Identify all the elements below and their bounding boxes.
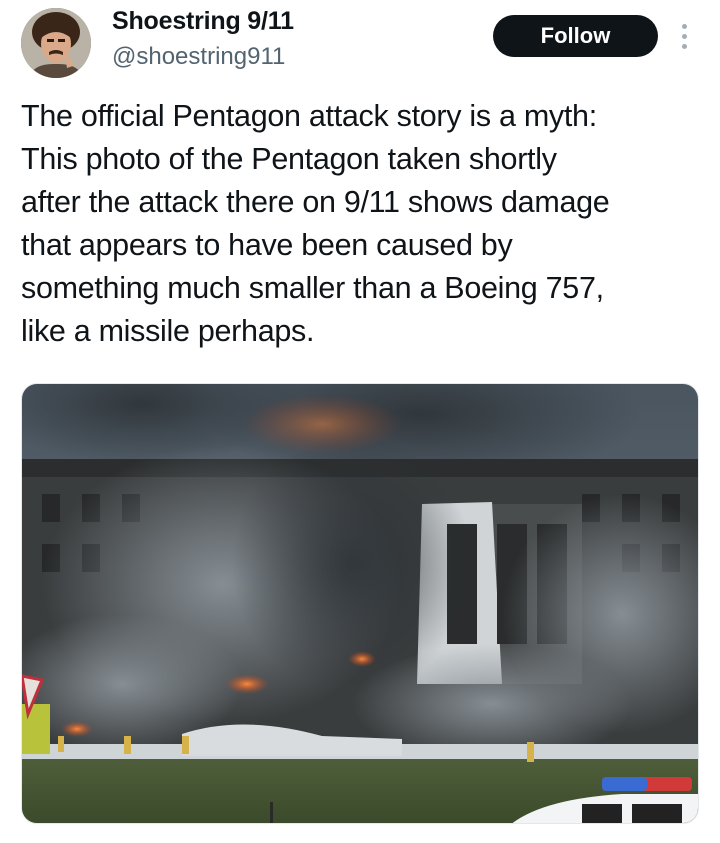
tweet-text: The official Pentagon attack story is a … xyxy=(21,95,706,353)
more-dot xyxy=(681,43,687,49)
more-vertical-icon[interactable] xyxy=(672,18,696,54)
more-dot xyxy=(681,33,687,39)
follow-button[interactable]: Follow xyxy=(493,15,658,57)
display-name[interactable]: Shoestring 9/11 xyxy=(112,7,294,36)
tweet-text-line: This photo of the Pentagon taken shortly xyxy=(21,142,557,176)
more-dot xyxy=(681,23,687,29)
tweet-text-line: The official Pentagon attack story is a … xyxy=(21,99,597,133)
pentagon-smoke-photo xyxy=(22,384,698,823)
tweet-text-line: that appears to have been caused by xyxy=(21,228,513,262)
tweet-text-line: after the attack there on 9/11 shows dam… xyxy=(21,185,610,219)
avatar[interactable] xyxy=(21,8,91,78)
user-avatar-image xyxy=(21,8,91,78)
tweet-text-line: like a missile perhaps. xyxy=(21,314,315,348)
user-handle[interactable]: @shoestring911 xyxy=(112,43,285,71)
tweet-photo[interactable] xyxy=(21,383,699,824)
tweet-text-line: something much smaller than a Boeing 757… xyxy=(21,271,604,305)
